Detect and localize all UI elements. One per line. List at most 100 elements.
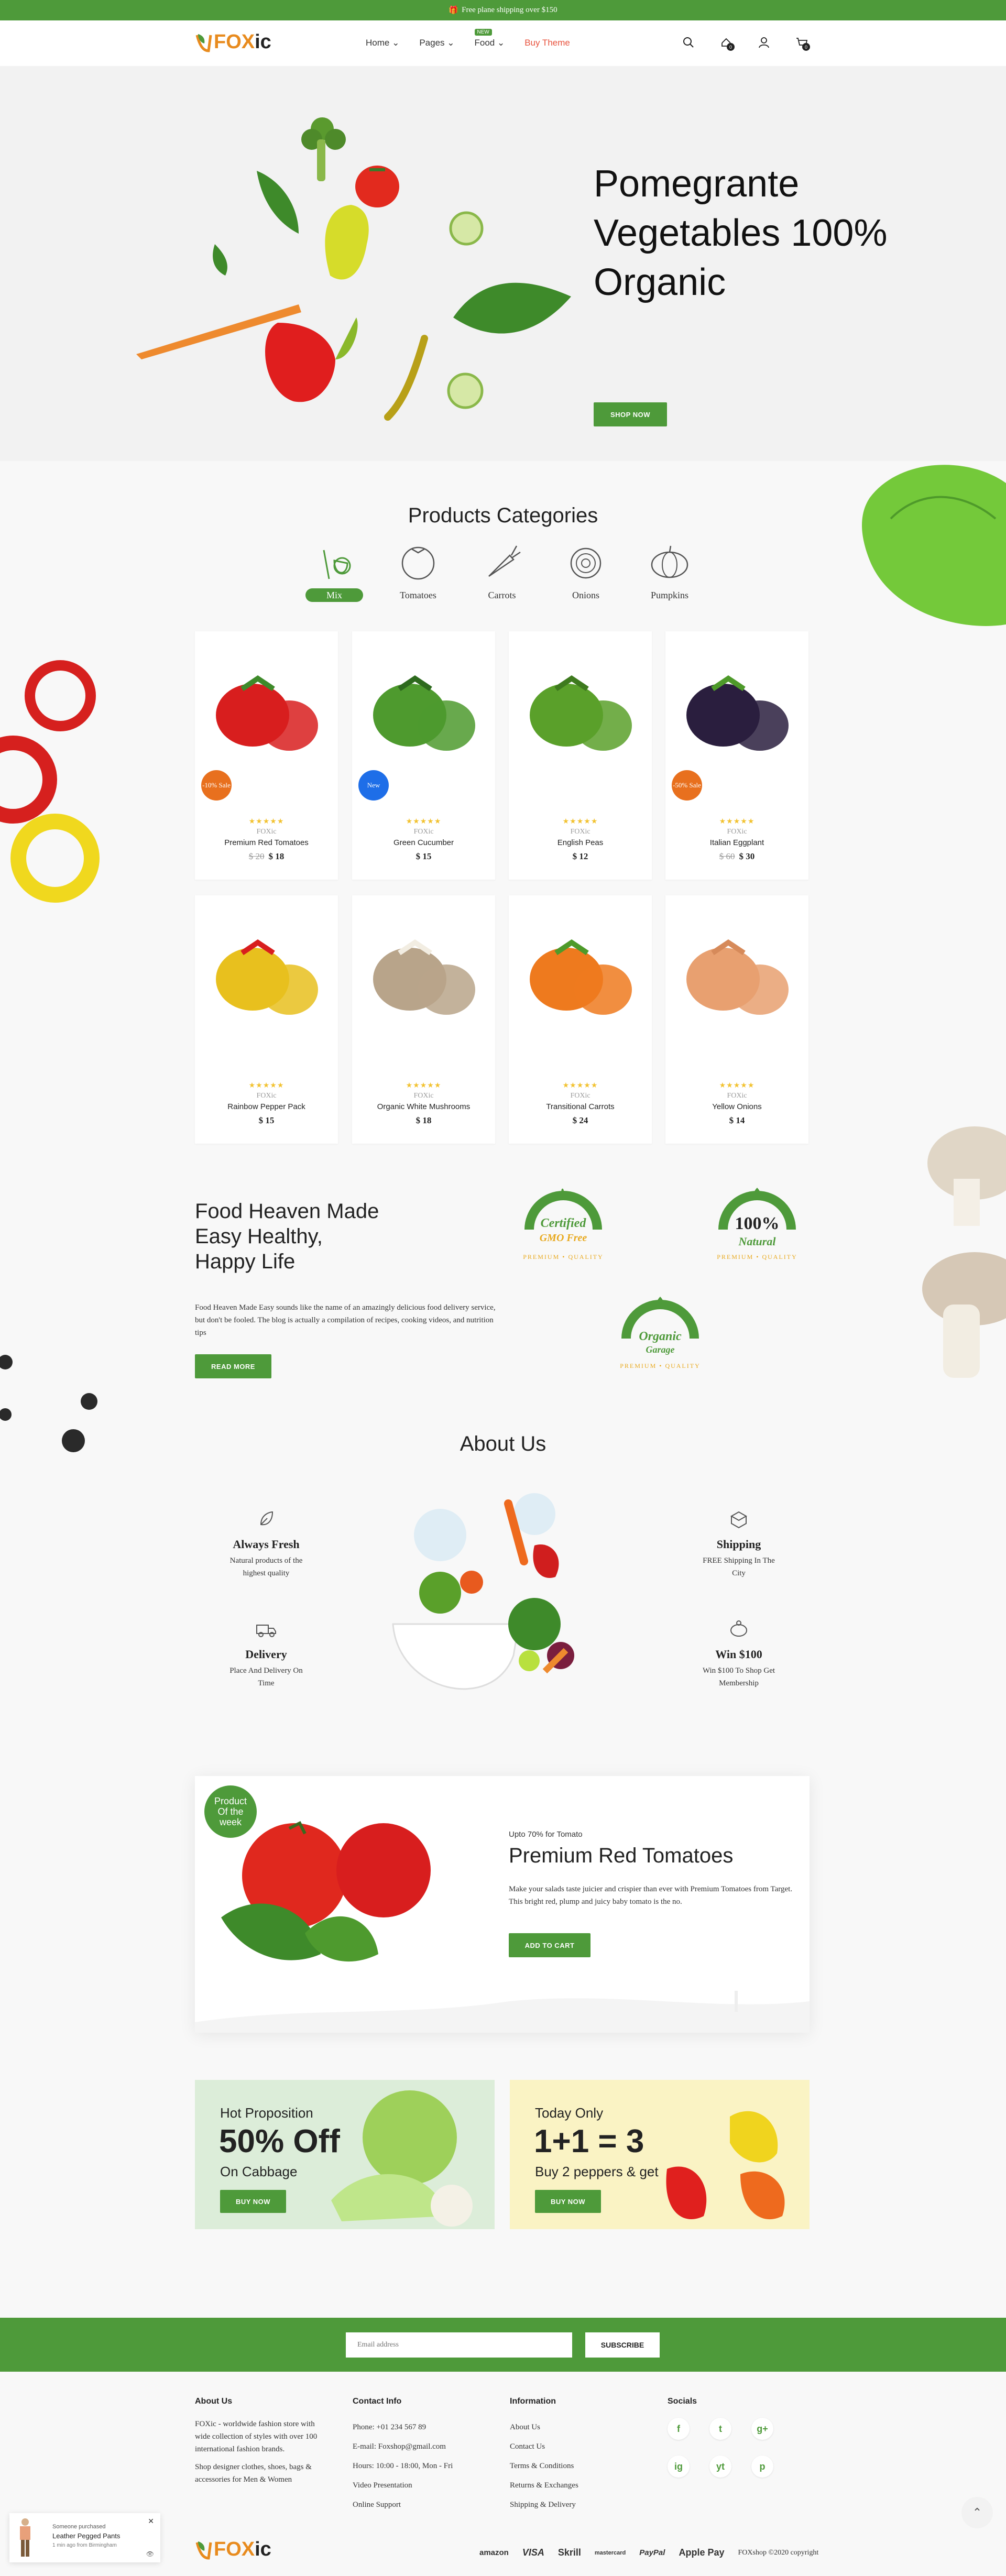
online-support-link[interactable]: Online Support	[353, 2495, 499, 2515]
logo-text-ic: ic	[255, 31, 271, 53]
footer-link-about[interactable]: About Us	[510, 2418, 657, 2437]
product-card[interactable]: New ★★★★★ FOXic Green Cucumber $ 15	[352, 631, 495, 880]
amazon-pay-icon: amazon	[479, 2548, 509, 2557]
category-label: Pumpkins	[650, 590, 689, 600]
shipping-box-icon	[730, 1511, 748, 1529]
pow-title: Premium Red Tomatoes	[509, 1844, 734, 1867]
account-icon[interactable]	[754, 33, 773, 52]
product-card[interactable]: ★★★★★ FOXic Rainbow Pepper Pack $ 15	[195, 895, 338, 1144]
google-plus-icon[interactable]: g+	[751, 2418, 773, 2440]
product-image	[216, 675, 318, 751]
category-onions[interactable]: Onions	[557, 540, 615, 602]
about-title: About Us	[460, 1432, 546, 1455]
add-to-cart-button[interactable]: ADD TO CART	[509, 1933, 591, 1957]
close-icon[interactable]: ✕	[148, 2517, 154, 2526]
contact-email[interactable]: E-mail: Foxshop@gmail.com	[353, 2437, 499, 2457]
current-price: $ 14	[729, 1115, 745, 1125]
newsletter-email-input[interactable]	[346, 2332, 572, 2358]
category-label: Carrots	[488, 590, 516, 600]
product-card[interactable]: -50% Sale ★★★★★ FOXic Italian Eggplant $ 60 $…	[665, 631, 808, 880]
youtube-icon[interactable]: yt	[709, 2456, 731, 2478]
product-image	[530, 939, 632, 1015]
shop-now-button[interactable]: SHOP NOW	[594, 402, 667, 426]
gift-icon: 🎁	[449, 6, 459, 15]
product-rating: ★★★★★	[562, 818, 598, 826]
cart-icon[interactable]: 0	[792, 33, 811, 52]
instagram-icon[interactable]: ig	[668, 2456, 690, 2478]
pepper-slices-decoration	[0, 660, 100, 903]
nav-food[interactable]: NEW Food ⌄	[474, 29, 505, 48]
current-price: $ 15	[258, 1115, 275, 1125]
video-presentation-link[interactable]: Video Presentation	[353, 2476, 499, 2495]
search-icon[interactable]	[679, 33, 698, 52]
categories-title: Products Categories	[408, 504, 598, 527]
category-tomatoes[interactable]: Tomatoes	[389, 540, 447, 602]
healthy-text: Food Heaven Made Easy sounds like the na…	[195, 1303, 496, 1337]
purchase-notification[interactable]: Someone purchased Leather Pegged Pants 1…	[9, 2513, 160, 2562]
scroll-to-top-button[interactable]: ⌃	[961, 2497, 993, 2528]
product-of-week-badge: Product Of the week	[204, 1785, 257, 1838]
piggy-bank-icon	[730, 1620, 747, 1637]
about-bowl-image	[392, 1493, 574, 1690]
nav-buy-theme[interactable]: Buy Theme	[524, 38, 570, 48]
product-name[interactable]: Organic White Mushrooms	[352, 1102, 495, 1111]
natural-badge: 100% Natural PREMIUM • QUALITY	[713, 1185, 802, 1274]
mastercard-icon: mastercard	[594, 2549, 626, 2556]
category-carrots[interactable]: Carrots	[473, 540, 531, 602]
nav-home[interactable]: Home ⌄	[366, 38, 399, 48]
product-card[interactable]: ★★★★★ FOXic Yellow Onions $ 14	[665, 895, 808, 1144]
logo-text-fox: FOX	[214, 2538, 255, 2560]
footer-about: About Us FOXic - worldwide fashion store…	[195, 2397, 318, 2484]
product-price: $ 12	[509, 851, 652, 862]
mushrooms-decoration	[922, 1126, 1006, 1378]
mix-vegetables-icon	[323, 550, 351, 579]
product-price: $ 15	[352, 851, 495, 862]
product-name[interactable]: Green Cucumber	[352, 838, 495, 847]
product-brand: FOXic	[413, 828, 434, 836]
footer-link-shipping[interactable]: Shipping & Delivery	[510, 2495, 657, 2515]
site-logo[interactable]: FOX ic	[195, 31, 271, 53]
read-more-button[interactable]: READ MORE	[195, 1354, 271, 1378]
product-card[interactable]: ★★★★★ FOXic Transitional Carrots $ 24	[509, 895, 652, 1144]
product-name[interactable]: Italian Eggplant	[665, 838, 808, 847]
footer-link-returns[interactable]: Returns & Exchanges	[510, 2476, 657, 2495]
twitter-icon[interactable]: t	[709, 2418, 731, 2440]
feature-shipping: Shipping FREE Shipping In The City	[679, 1509, 799, 1580]
footer-link-terms[interactable]: Terms & Conditions	[510, 2457, 657, 2476]
promo-peppers[interactable]: Today Only 1+1 = 3 Buy 2 peppers & get B…	[510, 2080, 810, 2229]
product-card[interactable]: ★★★★★ FOXic Organic White Mushrooms $ 18	[352, 895, 495, 1144]
leaf-icon	[260, 1511, 274, 1526]
category-mix[interactable]: Mix	[305, 540, 363, 602]
logo-leaf-icon	[195, 34, 212, 52]
compare-icon[interactable]: 0	[717, 33, 736, 52]
subscribe-button[interactable]: SUBSCRIBE	[585, 2332, 660, 2358]
toast-product[interactable]: Leather Pegged Pants	[52, 2532, 120, 2540]
footer-link-contact[interactable]: Contact Us	[510, 2437, 657, 2457]
site-header: FOX ic Home ⌄ Pages ⌄ NEW Food ⌄ Buy Theme…	[0, 20, 1006, 66]
contact-hours: Hours: 10:00 - 18:00, Mon - Fri	[353, 2462, 453, 2470]
contact-phone[interactable]: Phone: +01 234 567 89	[353, 2418, 499, 2437]
product-name[interactable]: Premium Red Tomatoes	[195, 838, 338, 847]
pinterest-icon[interactable]: p	[751, 2456, 773, 2478]
product-card[interactable]: -10% Sale ★★★★★ FOXic Premium Red Tomatoes $…	[195, 631, 338, 880]
product-name[interactable]: English Peas	[509, 838, 652, 847]
lettuce-decoration	[862, 465, 1006, 626]
hero-title: Pomegrante Vegetables 100% Organic	[594, 163, 888, 303]
footer-logo[interactable]: FOX ic	[195, 2538, 271, 2561]
category-pumpkins[interactable]: Pumpkins	[641, 540, 698, 602]
promo-cabbage[interactable]: Hot Proposition 50% Off On Cabbage BUY N…	[195, 2080, 495, 2229]
product-name[interactable]: Rainbow Pepper Pack	[195, 1102, 338, 1111]
buy-now-button[interactable]: BUY NOW	[535, 2190, 601, 2213]
promo-headline: 50% Off	[219, 2123, 340, 2160]
current-price: $ 30	[739, 851, 755, 861]
product-card[interactable]: ★★★★★ FOXic English Peas $ 12	[509, 631, 652, 880]
payment-methods: amazon VISA Skrill mastercard PayPal App…	[479, 2547, 818, 2558]
nav-pages[interactable]: Pages ⌄	[419, 38, 454, 48]
product-name[interactable]: Transitional Carrots	[509, 1102, 652, 1111]
old-price: $ 60	[719, 851, 735, 861]
facebook-icon[interactable]: f	[668, 2418, 690, 2440]
buy-now-button[interactable]: BUY NOW	[220, 2190, 286, 2213]
top-announcement-bar: 🎁 Free plane shipping over $150	[0, 0, 1006, 20]
product-name[interactable]: Yellow Onions	[665, 1102, 808, 1111]
product-image	[373, 939, 475, 1015]
